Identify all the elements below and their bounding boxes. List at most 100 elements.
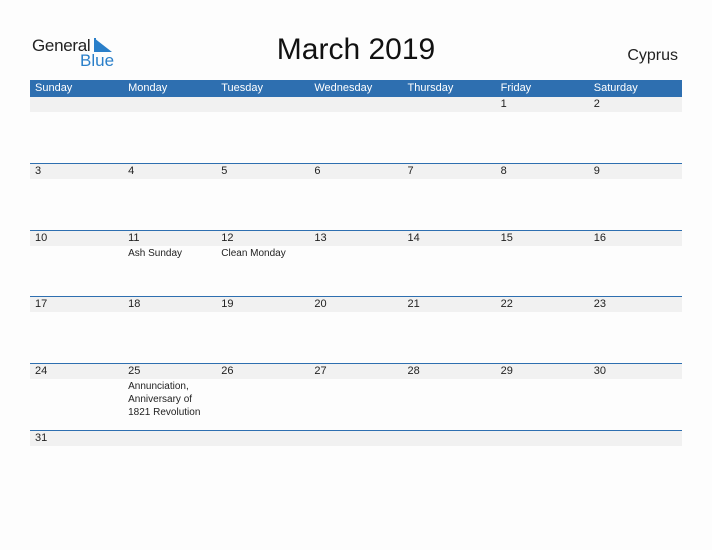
day-number — [221, 97, 309, 112]
day-cell: 22 — [496, 297, 589, 312]
day-number: 5 — [221, 165, 228, 177]
day-number: 17 — [35, 298, 48, 310]
day-number — [501, 431, 589, 446]
week-cells: 10 11 Ash Sunday 12 Clean Monday 13 14 15 16 — [30, 231, 682, 260]
week-row: 24 25 Annunciation, Anniversary of 1821 Re… — [30, 363, 682, 429]
weekday-wednesday: Wednesday — [314, 82, 373, 94]
day-number: 6 — [314, 165, 321, 177]
day-cell: 13 — [309, 231, 402, 260]
day-cell — [496, 431, 589, 446]
day-number — [128, 431, 216, 446]
day-cell: 6 — [309, 164, 402, 179]
day-cell: 26 — [216, 364, 309, 419]
day-cell: 10 — [30, 231, 123, 260]
day-number: 2 — [593, 98, 600, 110]
country-label: Cyprus — [627, 47, 678, 64]
day-number: 8 — [500, 165, 507, 177]
day-number: 12 — [221, 232, 234, 244]
week-row: 3 4 5 6 7 8 9 — [30, 163, 682, 229]
week-row: 10 11 Ash Sunday 12 Clean Monday 13 14 15 16 — [30, 230, 682, 296]
day-cell: 21 — [403, 297, 496, 312]
calendar-title: March 2019 — [276, 33, 436, 66]
week-row: 12 — [30, 96, 682, 162]
day-number: 24 — [35, 365, 48, 377]
day-cell: 18 — [123, 297, 216, 312]
day-cell: 28 — [403, 364, 496, 419]
day-cell: 16 — [589, 231, 682, 260]
day-cell — [123, 431, 216, 446]
day-cell: 4 — [123, 164, 216, 179]
weekday-sunday: Sunday — [35, 82, 73, 94]
day-cell: 9 — [589, 164, 682, 179]
day-number — [408, 431, 496, 446]
day-number: 1 — [500, 98, 507, 110]
day-number: 7 — [407, 165, 414, 177]
day-number: 18 — [128, 298, 141, 310]
weekday-thursday: Thursday — [407, 82, 454, 94]
day-cell — [309, 431, 402, 446]
day-number: 22 — [500, 298, 513, 310]
weekday-saturday: Saturday — [593, 82, 638, 94]
day-cell — [123, 97, 216, 112]
holiday-event: Clean Monday — [221, 248, 286, 259]
holiday-event: Annunciation, Anniversary of 1821 Revolu… — [128, 381, 201, 418]
day-number — [314, 97, 402, 112]
day-cell — [589, 431, 682, 446]
day-cell: 23 — [589, 297, 682, 312]
day-number — [314, 431, 402, 446]
day-cell — [403, 431, 496, 446]
day-cell: 19 — [216, 297, 309, 312]
day-number: 13 — [314, 232, 327, 244]
week-row: 17 18 19 20 21 22 23 — [30, 296, 682, 362]
day-cell: 5 — [216, 164, 309, 179]
day-number — [221, 431, 309, 446]
week-cells: 12 — [30, 97, 682, 112]
weekday-tuesday: Tuesday — [221, 82, 264, 94]
day-cell: 11 Ash Sunday — [123, 231, 216, 260]
holiday-event: Ash Sunday — [128, 248, 183, 259]
day-number: 3 — [35, 165, 42, 177]
day-cell: 8 — [496, 164, 589, 179]
day-cell: 2 — [589, 97, 682, 112]
day-number: 19 — [221, 298, 234, 310]
day-cell — [216, 97, 309, 112]
day-cell: 24 — [30, 364, 123, 419]
day-cell: 7 — [403, 164, 496, 179]
day-number: 31 — [35, 432, 48, 444]
day-number: 15 — [500, 232, 513, 244]
weekday-monday: Monday — [128, 82, 168, 94]
day-number: 26 — [221, 365, 234, 377]
day-number — [35, 97, 123, 112]
weekday-friday: Friday — [500, 82, 532, 94]
day-number — [594, 431, 682, 446]
day-number: 11 — [128, 232, 140, 244]
weekday-header: Sunday Monday Tuesday Wednesday Thursday… — [30, 80, 682, 97]
day-cell — [403, 97, 496, 112]
day-cell — [216, 431, 309, 446]
day-cell: 15 — [496, 231, 589, 260]
day-number: 20 — [314, 298, 327, 310]
day-number: 23 — [593, 298, 606, 310]
week-row: 31 — [30, 430, 682, 496]
day-number — [128, 97, 216, 112]
week-cells: 24 25 Annunciation, Anniversary of 1821 Re… — [30, 364, 682, 419]
week-cells: 17 18 19 20 21 22 23 — [30, 297, 682, 312]
day-cell: 17 — [30, 297, 123, 312]
day-cell: 3 — [30, 164, 123, 179]
day-cell: 31 — [30, 431, 123, 446]
day-cell: 27 — [309, 364, 402, 419]
day-number — [408, 97, 496, 112]
day-number: 25 — [128, 365, 141, 377]
day-number: 30 — [593, 365, 606, 377]
day-number: 10 — [35, 232, 48, 244]
day-cell: 1 — [496, 97, 589, 112]
day-cell: 29 — [496, 364, 589, 419]
day-cell: 30 — [589, 364, 682, 419]
day-number: 4 — [128, 165, 135, 177]
day-cell: 25 Annunciation, Anniversary of 1821 Revo… — [123, 364, 216, 419]
day-cell: 12 Clean Monday — [216, 231, 309, 260]
day-number: 9 — [593, 165, 600, 177]
day-number: 28 — [407, 365, 420, 377]
day-cell — [309, 97, 402, 112]
day-number: 27 — [314, 365, 327, 377]
